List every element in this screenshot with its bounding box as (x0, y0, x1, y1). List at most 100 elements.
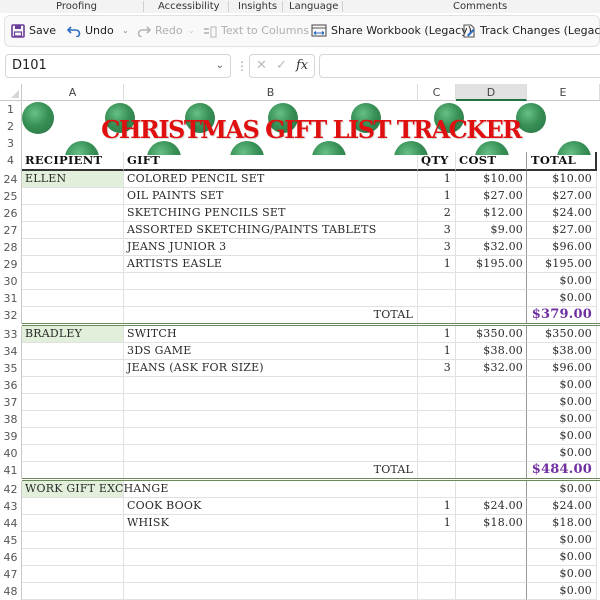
cell-gift[interactable] (124, 394, 418, 411)
share-workbook-button[interactable]: Share Workbook (Legacy) (311, 16, 472, 46)
cell-gift[interactable]: OIL PAINTS SET (124, 188, 418, 205)
cell-recipient[interactable] (22, 377, 124, 394)
row-number[interactable]: 29 (0, 256, 22, 273)
cell-cost[interactable] (456, 583, 527, 600)
cell-qty[interactable]: 1 (418, 256, 456, 273)
total-label[interactable]: TOTAL (124, 307, 418, 324)
cell-gift[interactable]: WHISK (124, 515, 418, 532)
cell-gift[interactable] (124, 273, 418, 290)
cell-recipient[interactable] (22, 498, 124, 515)
cell-recipient[interactable] (22, 411, 124, 428)
cell-qty[interactable] (418, 566, 456, 583)
cell-qty[interactable] (418, 290, 456, 307)
cell-cost[interactable] (456, 273, 527, 290)
row-number[interactable]: 42 (0, 481, 22, 498)
row-number[interactable]: 44 (0, 515, 22, 532)
cell-gift[interactable]: 3DS GAME (124, 343, 418, 360)
cell-qty[interactable]: 1 (418, 171, 456, 188)
column-header-d[interactable]: D (456, 84, 527, 101)
cell-gift[interactable]: ARTISTS EASLE (124, 256, 418, 273)
cell-gift[interactable] (124, 566, 418, 583)
name-box[interactable]: D101 ⌄ (5, 54, 231, 78)
cell-qty[interactable]: 1 (418, 188, 456, 205)
text-to-columns-button[interactable]: Text to Columns (203, 16, 309, 46)
cell-recipient[interactable]: WORK GIFT EXCHANGE (22, 481, 168, 498)
cell-gift[interactable] (124, 411, 418, 428)
cell-recipient[interactable] (22, 532, 124, 549)
cell-total[interactable]: $0.00 (527, 481, 597, 498)
cell-total[interactable]: $24.00 (527, 498, 597, 515)
cell-qty[interactable]: 1 (418, 326, 456, 343)
cell-total[interactable]: $0.00 (527, 445, 597, 462)
cell-total[interactable]: $27.00 (527, 222, 597, 239)
cell-total[interactable]: $96.00 (527, 360, 597, 377)
cell-recipient[interactable] (22, 256, 124, 273)
cell-cost[interactable] (456, 411, 527, 428)
cell-qty[interactable] (418, 307, 456, 324)
cell-total[interactable]: $24.00 (527, 205, 597, 222)
cell-cost[interactable] (456, 481, 527, 498)
group-total-value[interactable]: $379.00 (527, 307, 597, 324)
cancel-icon[interactable]: ✕ (256, 57, 267, 75)
cell-qty[interactable] (418, 428, 456, 445)
row-number[interactable]: 24 (0, 171, 22, 188)
cell-cost[interactable]: $350.00 (456, 326, 527, 343)
cell-recipient[interactable] (22, 205, 124, 222)
row-number[interactable]: 4 (0, 152, 22, 171)
row-number[interactable]: 28 (0, 239, 22, 256)
cell-gift[interactable]: JEANS (ASK FOR SIZE) (124, 360, 418, 377)
cell-recipient[interactable] (22, 394, 124, 411)
cell-qty[interactable] (418, 411, 456, 428)
cell-recipient[interactable] (22, 462, 124, 479)
cell-cost[interactable] (456, 566, 527, 583)
row-number[interactable]: 47 (0, 566, 22, 583)
cell-qty[interactable] (418, 583, 456, 600)
name-box-dropdown-chevron-icon[interactable]: ⌄ (216, 55, 224, 77)
cell-gift[interactable] (124, 481, 418, 498)
cell-qty[interactable] (418, 377, 456, 394)
row-number[interactable]: 31 (0, 290, 22, 307)
cell-cost[interactable]: $24.00 (456, 498, 527, 515)
column-header-e[interactable]: E (527, 84, 600, 101)
cell-qty[interactable] (418, 532, 456, 549)
row-number[interactable]: 46 (0, 549, 22, 566)
cell-total[interactable]: $0.00 (527, 428, 597, 445)
formula-input[interactable] (319, 54, 600, 78)
total-label[interactable]: TOTAL (124, 462, 418, 479)
cell-total[interactable]: $0.00 (527, 411, 597, 428)
cell-qty[interactable] (418, 549, 456, 566)
cell-total[interactable]: $0.00 (527, 273, 597, 290)
cell-total[interactable]: $27.00 (527, 188, 597, 205)
cell-total[interactable]: $0.00 (527, 583, 597, 600)
row-number[interactable]: 48 (0, 583, 22, 600)
row-number[interactable]: 45 (0, 532, 22, 549)
row-number[interactable]: 37 (0, 394, 22, 411)
cell-cost[interactable] (456, 462, 527, 479)
cell-cost[interactable]: $9.00 (456, 222, 527, 239)
cell-qty[interactable]: 3 (418, 222, 456, 239)
save-button[interactable]: Save (11, 16, 56, 46)
cell-total[interactable]: $0.00 (527, 377, 597, 394)
cell-cost[interactable] (456, 377, 527, 394)
cell-gift[interactable]: SWITCH (124, 326, 418, 343)
cell-gift[interactable]: SKETCHING PENCILS SET (124, 205, 418, 222)
cell-total[interactable]: $10.00 (527, 171, 597, 188)
cell-gift[interactable] (124, 377, 418, 394)
cell-recipient[interactable] (22, 566, 124, 583)
row-number[interactable]: 43 (0, 498, 22, 515)
cell-cost[interactable] (456, 549, 527, 566)
row-number[interactable]: 26 (0, 205, 22, 222)
cell-gift[interactable] (124, 290, 418, 307)
cell-recipient[interactable]: ELLEN (22, 171, 124, 188)
row-number[interactable]: 38 (0, 411, 22, 428)
confirm-check-icon[interactable]: ✓ (276, 57, 287, 75)
cell-gift[interactable] (124, 549, 418, 566)
formula-bar-resize-handle[interactable]: ⋮ (236, 58, 248, 74)
cell-total[interactable]: $96.00 (527, 239, 597, 256)
undo-button[interactable]: Undo (67, 16, 114, 46)
cell-cost[interactable]: $27.00 (456, 188, 527, 205)
group-total-value[interactable]: $484.00 (527, 462, 597, 479)
cell-qty[interactable]: 3 (418, 360, 456, 377)
cell-recipient[interactable] (22, 583, 124, 600)
cell-cost[interactable]: $195.00 (456, 256, 527, 273)
